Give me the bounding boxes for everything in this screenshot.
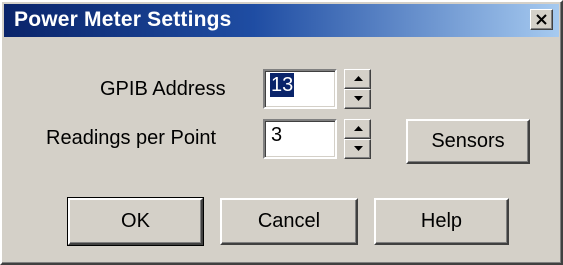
cancel-button[interactable]: Cancel — [220, 198, 358, 245]
spin-down-arrow-icon — [354, 96, 363, 101]
gpib-address-field[interactable]: 13 — [263, 69, 337, 109]
gpib-address-value: 13 — [270, 73, 295, 97]
dialog-window: Power Meter Settings GPIB Address 13 Rea… — [0, 0, 563, 265]
close-icon — [536, 14, 547, 25]
gpib-address-spinner[interactable] — [344, 69, 371, 109]
help-button[interactable]: Help — [374, 198, 509, 245]
spin-up-arrow-icon — [354, 126, 363, 131]
gpib-spin-up-button[interactable] — [344, 69, 371, 89]
ok-button[interactable]: OK — [67, 197, 204, 246]
readings-per-point-label: Readings per Point — [46, 127, 217, 149]
close-button[interactable] — [530, 9, 553, 30]
spin-up-arrow-icon — [354, 76, 363, 81]
window-title: Power Meter Settings — [14, 8, 232, 31]
readings-spinner[interactable] — [344, 119, 371, 159]
sensors-button[interactable]: Sensors — [406, 119, 530, 164]
readings-spin-up-button[interactable] — [344, 119, 371, 139]
spin-down-arrow-icon — [354, 146, 363, 151]
readings-per-point-field[interactable]: 3 — [263, 119, 337, 159]
gpib-spin-down-button[interactable] — [344, 89, 371, 109]
readings-spin-down-button[interactable] — [344, 139, 371, 159]
readings-per-point-value: 3 — [271, 124, 283, 146]
gpib-address-label: GPIB Address — [100, 78, 226, 100]
title-bar[interactable]: Power Meter Settings — [4, 4, 559, 37]
